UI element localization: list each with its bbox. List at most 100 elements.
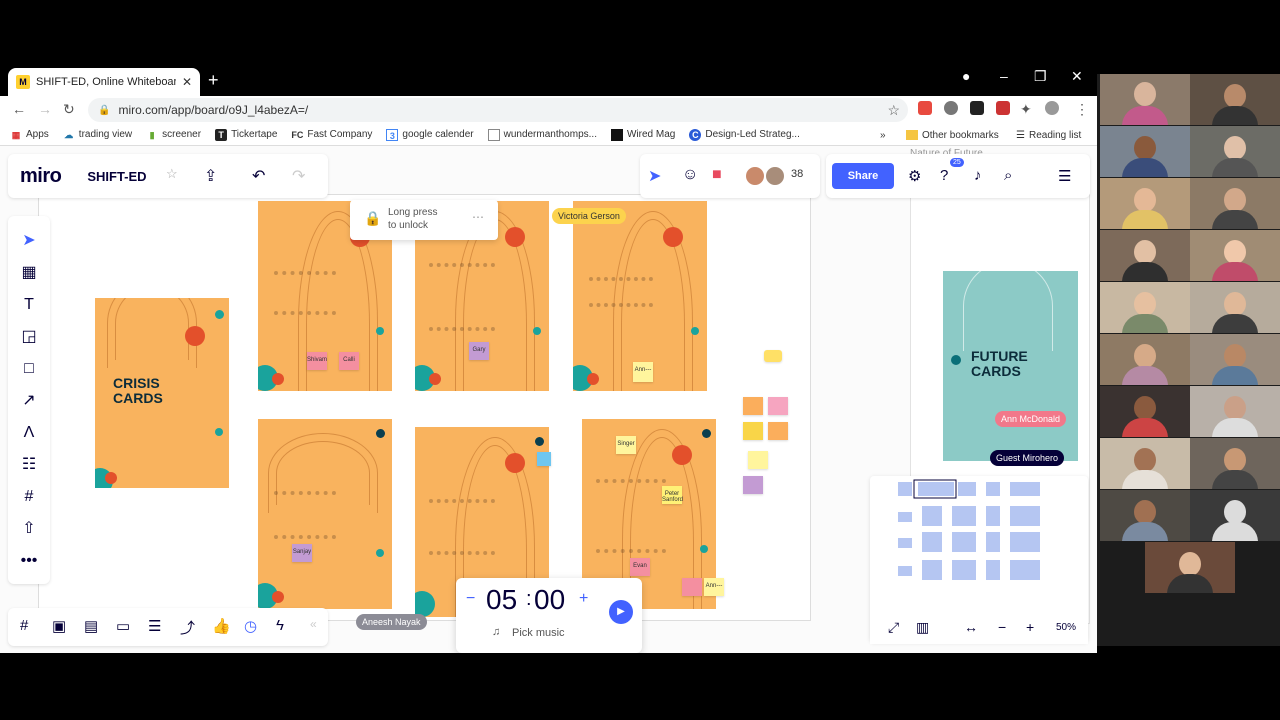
search-icon[interactable]: ⌕: [1004, 167, 1012, 184]
participant-video[interactable]: [1100, 74, 1190, 125]
bookmark-screener[interactable]: ▮ screener: [146, 129, 201, 141]
window-close-icon[interactable]: ✕: [1071, 68, 1083, 85]
omnibox[interactable]: 🔒 miro.com/app/board/o9J_l4abezA=/ ☆: [88, 98, 908, 122]
future-title-card[interactable]: FUTURE CARDS: [943, 261, 1078, 461]
sticky-note[interactable]: Gary: [469, 342, 489, 360]
comment-tool-icon[interactable]: ☷: [8, 453, 50, 477]
minimize-icon[interactable]: –: [1000, 68, 1008, 84]
collapse-icon[interactable]: «: [310, 617, 317, 631]
participant-video[interactable]: [1100, 438, 1190, 489]
participant-video[interactable]: [1100, 126, 1190, 177]
zoom-out-icon[interactable]: −: [998, 619, 1006, 635]
sticky-note[interactable]: Ann---: [704, 578, 724, 596]
more-tools-icon[interactable]: •••: [8, 549, 50, 573]
participant-video[interactable]: [1190, 386, 1280, 437]
reload-icon[interactable]: ↻: [63, 101, 75, 118]
settings-sliders-icon[interactable]: ⚙: [908, 167, 921, 185]
extension-notion-icon[interactable]: [970, 101, 984, 115]
menu-kebab-icon[interactable]: ⋮: [1075, 101, 1089, 118]
record-icon[interactable]: ■: [712, 166, 722, 184]
board-menu-icon[interactable]: ☰: [1058, 167, 1071, 185]
bookmark-wired-mag[interactable]: Wired Mag: [610, 128, 675, 141]
redo-icon[interactable]: ↷: [292, 166, 305, 186]
bookmark-wundermanthompson[interactable]: wundermanthomps...: [487, 128, 597, 141]
sticky-note[interactable]: Shivam: [307, 352, 327, 370]
miro-logo[interactable]: miro: [20, 165, 62, 188]
presentation-icon[interactable]: ▣: [52, 617, 66, 635]
chat-icon[interactable]: ▤: [84, 617, 98, 635]
upload-tool-icon[interactable]: ⇧: [8, 517, 50, 541]
screen-share-icon[interactable]: ▭: [116, 617, 130, 635]
participant-video[interactable]: [1190, 282, 1280, 333]
frames-icon[interactable]: #: [20, 617, 28, 634]
bookmark-trading-view[interactable]: ☁ trading view: [63, 129, 132, 141]
extensions-puzzle-icon[interactable]: ✦: [1020, 101, 1032, 118]
decrease-time-icon[interactable]: −: [466, 590, 475, 608]
bookmark-tickertape[interactable]: T Tickertape: [215, 128, 277, 141]
bookmark-apps[interactable]: ▦ Apps: [10, 129, 49, 141]
bookmark-star-icon[interactable]: ☆: [887, 102, 900, 119]
zoom-in-icon[interactable]: +: [1026, 619, 1034, 635]
comment-icon[interactable]: [764, 350, 782, 362]
timer-icon[interactable]: ◷: [244, 617, 257, 635]
map-icon[interactable]: ▥: [916, 619, 929, 636]
templates-icon[interactable]: ▦: [8, 261, 50, 285]
sticky-note[interactable]: Ann---: [633, 362, 653, 382]
embed-icon[interactable]: ⤴: [180, 617, 195, 638]
participant-video[interactable]: [1145, 542, 1235, 593]
participant-video[interactable]: [1190, 490, 1280, 541]
crisis-card-4[interactable]: [258, 419, 392, 609]
cards-icon[interactable]: ☰: [148, 617, 161, 635]
participant-video[interactable]: [1190, 126, 1280, 177]
select-tool-icon[interactable]: ➤: [8, 229, 50, 253]
crisis-title-card[interactable]: CRISIS CARDS: [95, 298, 229, 488]
sticky-note-purple[interactable]: [743, 476, 763, 494]
text-tool-icon[interactable]: T: [8, 293, 50, 317]
increase-time-icon[interactable]: +: [579, 590, 588, 608]
participant-video[interactable]: [1190, 230, 1280, 281]
collaborator-count[interactable]: 38: [791, 168, 803, 180]
bookmark-design-led[interactable]: C Design-Led Strateg...: [689, 128, 800, 141]
extension-tp-icon[interactable]: [918, 101, 932, 115]
sticky-note-orange[interactable]: [743, 397, 763, 415]
lock-popup[interactable]: 🔒 Long press to unlock ⋯: [350, 200, 498, 240]
follow-cursor-icon[interactable]: ➤: [648, 166, 661, 186]
participant-video[interactable]: [1100, 334, 1190, 385]
sticky-note[interactable]: Peter Sanford: [662, 486, 683, 504]
participant-video[interactable]: [1100, 282, 1190, 333]
participant-video[interactable]: [1190, 178, 1280, 229]
sticky-note[interactable]: Calli: [339, 352, 359, 370]
timer-minutes[interactable]: 05: [486, 584, 517, 616]
shape-tool-icon[interactable]: □: [8, 357, 50, 381]
sticky-note-pink[interactable]: [768, 397, 788, 415]
undo-icon[interactable]: ↶: [252, 166, 265, 186]
profile-avatar-icon[interactable]: [1045, 101, 1059, 115]
participant-video[interactable]: [1190, 438, 1280, 489]
bookmark-google-calender[interactable]: 3 google calender: [386, 128, 474, 141]
avatar[interactable]: [764, 165, 786, 187]
participant-video[interactable]: [1190, 74, 1280, 125]
lightning-icon[interactable]: ϟ: [276, 617, 284, 634]
participant-video[interactable]: [1100, 490, 1190, 541]
sticky-note[interactable]: [682, 578, 702, 596]
star-icon[interactable]: ☆: [166, 166, 178, 182]
frame-tool-icon[interactable]: #: [8, 485, 50, 509]
participant-video[interactable]: [1100, 178, 1190, 229]
zoom-level[interactable]: 50%: [1056, 622, 1076, 633]
board-name[interactable]: SHIFT-ED: [87, 169, 146, 184]
sticky-note-tool-icon[interactable]: ◲: [8, 325, 50, 349]
sticky-note-light-yellow[interactable]: [748, 451, 768, 469]
timer-seconds[interactable]: 00: [534, 584, 565, 616]
pick-music-link[interactable]: Pick music: [512, 627, 565, 639]
sticky-note[interactable]: Sanjay: [292, 544, 312, 562]
back-icon[interactable]: ←: [12, 101, 26, 117]
sticky-note[interactable]: Singer: [616, 436, 636, 454]
bell-icon[interactable]: ♪: [974, 167, 982, 184]
participant-video[interactable]: [1100, 230, 1190, 281]
other-bookmarks[interactable]: Other bookmarks: [906, 124, 999, 146]
share-button[interactable]: Share: [832, 163, 894, 189]
help-icon[interactable]: ?: [940, 167, 948, 184]
sticky-note-yellow[interactable]: [743, 422, 763, 440]
sticky-note-orange[interactable]: [768, 422, 788, 440]
connector-tool-icon[interactable]: ↗: [8, 389, 50, 413]
